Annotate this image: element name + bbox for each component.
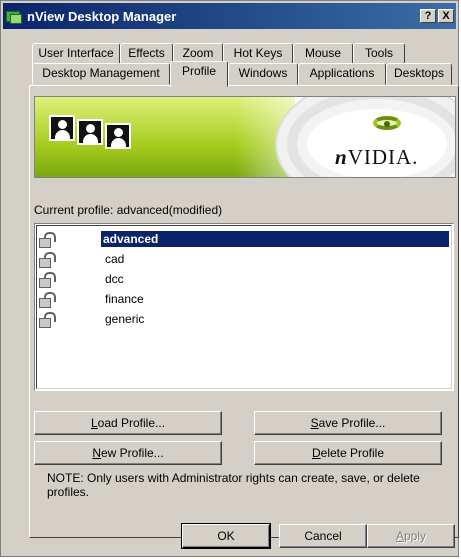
apply-button[interactable]: Apply: [367, 524, 455, 548]
profile-item-label: cad: [105, 252, 125, 266]
tab-desktop-management[interactable]: Desktop Management: [32, 63, 170, 85]
tab-row-2: Desktop Management Profile Windows Appli…: [32, 61, 452, 87]
tab-profile[interactable]: Profile: [170, 61, 228, 87]
new-profile-button[interactable]: New Profile...: [34, 441, 222, 465]
tab-windows[interactable]: Windows: [228, 63, 298, 85]
close-icon: X: [442, 9, 450, 22]
admin-note: NOTE: Only users with Administrator righ…: [47, 471, 420, 499]
tab-desktops[interactable]: Desktops: [386, 63, 452, 85]
tab-hot-keys[interactable]: Hot Keys: [223, 43, 293, 65]
lock-icon: [39, 232, 57, 248]
app-icon: [6, 8, 22, 24]
profiles-icon: [49, 111, 159, 161]
tab-tools[interactable]: Tools: [353, 43, 405, 65]
lock-icon: [39, 292, 57, 308]
profile-item-label: dcc: [105, 272, 124, 286]
title-bar[interactable]: nView Desktop Manager ? X: [3, 3, 456, 29]
profile-item-label: generic: [105, 312, 145, 326]
nvidia-banner: nVIDIA.: [34, 96, 456, 178]
current-profile-value: advanced(modified): [116, 203, 223, 217]
tab-user-interface[interactable]: User Interface: [32, 43, 120, 65]
tab-effects[interactable]: Effects: [120, 43, 173, 65]
help-icon: ?: [424, 9, 432, 22]
current-profile-label: Current profile:: [34, 203, 114, 217]
profile-list[interactable]: advanced cad dcc finance generic: [34, 223, 454, 391]
profile-item-label: advanced: [101, 231, 449, 247]
current-profile: Current profile: advanced(modified): [34, 203, 222, 217]
close-button[interactable]: X: [438, 9, 454, 23]
tab-row-1: User Interface Effects Zoom Hot Keys Mou…: [32, 43, 405, 65]
delete-profile-button[interactable]: Delete Profile: [254, 441, 442, 465]
lock-icon: [39, 312, 57, 328]
profile-item-label: finance: [105, 292, 144, 306]
profile-item-finance[interactable]: finance: [37, 289, 451, 309]
help-button[interactable]: ?: [420, 9, 436, 23]
tab-applications[interactable]: Applications: [298, 63, 386, 85]
profile-item-advanced[interactable]: advanced: [37, 229, 451, 249]
window-title: nView Desktop Manager: [27, 8, 177, 24]
lock-icon: [39, 272, 57, 288]
nvidia-eye-icon: [369, 109, 405, 137]
profile-item-generic[interactable]: generic: [37, 309, 451, 329]
load-profile-button[interactable]: Load Profile...: [34, 411, 222, 435]
profile-item-dcc[interactable]: dcc: [37, 269, 451, 289]
dialog-window: nView Desktop Manager ? X User Interface…: [0, 0, 459, 557]
cancel-button[interactable]: Cancel: [279, 524, 367, 548]
ok-button[interactable]: OK: [181, 523, 271, 549]
lock-icon: [39, 252, 57, 268]
tab-mouse[interactable]: Mouse: [293, 43, 353, 65]
save-profile-button[interactable]: Save Profile...: [254, 411, 442, 435]
nvidia-logo-text: nVIDIA.: [335, 145, 419, 169]
profile-item-cad[interactable]: cad: [37, 249, 451, 269]
